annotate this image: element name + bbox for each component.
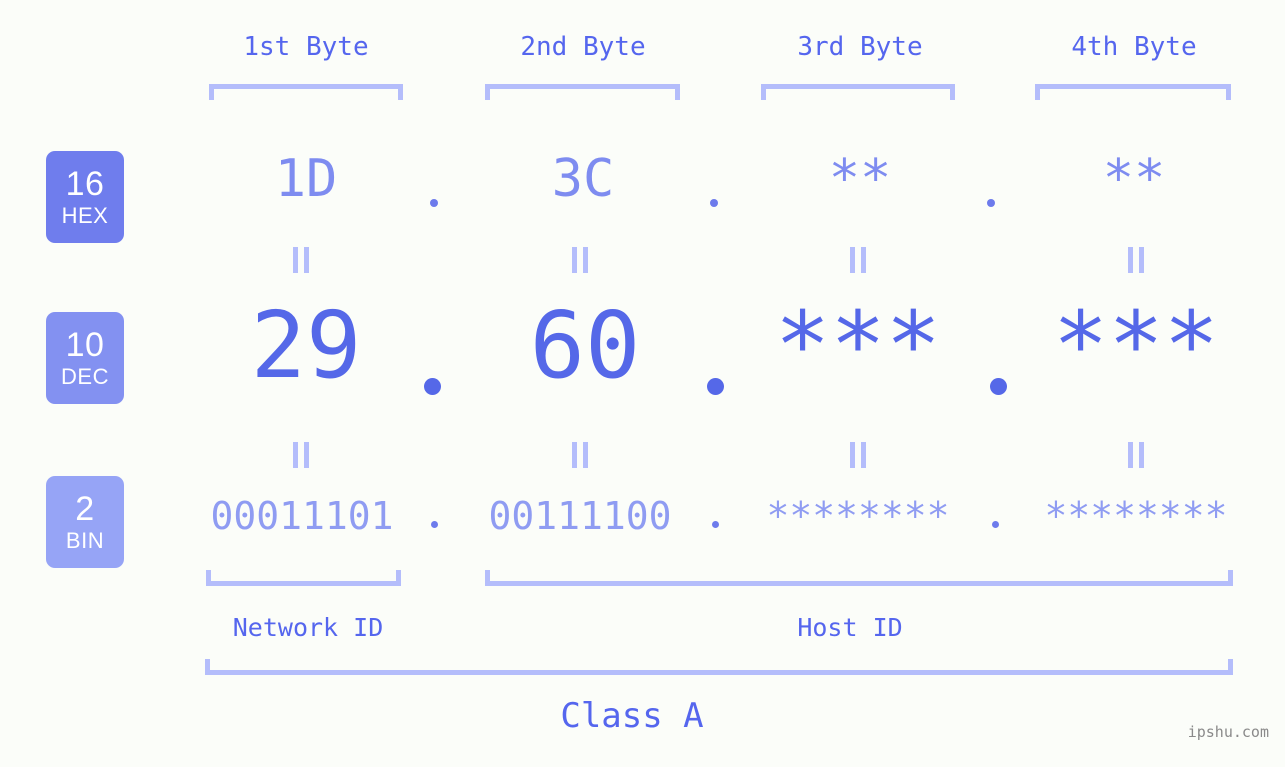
class-label: Class A: [560, 696, 704, 736]
bin-byte-4: ********: [1044, 494, 1228, 538]
ip-byte-breakdown-diagram: 1st Byte 2nd Byte 3rd Byte 4th Byte 16 H…: [0, 0, 1285, 767]
equivalence-marker-hex-dec-2: [571, 247, 589, 273]
dec-separator-dot-3: [990, 378, 1007, 395]
dec-byte-3: ***: [774, 292, 942, 399]
base-badge-bin-name: BIN: [65, 528, 105, 553]
class-bracket: [205, 659, 1233, 675]
bin-byte-3: ********: [766, 494, 950, 538]
hex-separator-dot-3: [987, 199, 995, 207]
equivalence-marker-dec-bin-4: [1127, 442, 1145, 468]
bin-byte-2: 00111100: [488, 494, 672, 538]
dec-byte-2: 60: [529, 292, 641, 399]
base-badge-bin[interactable]: 2 BIN: [46, 476, 124, 568]
hex-separator-dot-1: [430, 199, 438, 207]
hex-byte-1: 1D: [274, 149, 338, 209]
base-badge-bin-number: 2: [75, 490, 95, 528]
byte-bracket-2: [485, 84, 680, 100]
hex-byte-4: **: [1102, 149, 1166, 209]
network-id-label: Network ID: [232, 613, 384, 642]
base-badge-hex[interactable]: 16 HEX: [46, 151, 124, 243]
byte-header-4: 4th Byte: [1071, 32, 1197, 62]
byte-bracket-4: [1035, 84, 1231, 100]
byte-bracket-1: [209, 84, 403, 100]
dec-byte-1: 29: [250, 292, 362, 399]
watermark: ipshu.com: [1187, 723, 1269, 741]
equivalence-marker-dec-bin-1: [292, 442, 310, 468]
base-badge-dec[interactable]: 10 DEC: [46, 312, 124, 404]
dec-separator-dot-2: [707, 378, 724, 395]
host-id-label: Host ID: [797, 613, 903, 642]
equivalence-marker-hex-dec-4: [1127, 247, 1145, 273]
hex-separator-dot-2: [710, 199, 718, 207]
bin-separator-dot-3: [992, 521, 999, 528]
byte-header-2: 2nd Byte: [520, 32, 646, 62]
bin-byte-1: 00011101: [210, 494, 394, 538]
base-badge-dec-name: DEC: [61, 364, 109, 389]
bin-separator-dot-2: [712, 521, 719, 528]
equivalence-marker-hex-dec-3: [849, 247, 867, 273]
bin-separator-dot-1: [431, 521, 438, 528]
byte-header-3: 3rd Byte: [797, 32, 923, 62]
hex-byte-2: 3C: [551, 149, 615, 209]
byte-header-1: 1st Byte: [243, 32, 369, 62]
network-id-bracket: [206, 570, 401, 586]
base-badge-hex-name: HEX: [61, 203, 109, 228]
equivalence-marker-dec-bin-3: [849, 442, 867, 468]
equivalence-marker-hex-dec-1: [292, 247, 310, 273]
hex-byte-3: **: [828, 149, 892, 209]
base-badge-hex-number: 16: [65, 165, 105, 203]
host-id-bracket: [485, 570, 1233, 586]
base-badge-dec-number: 10: [65, 326, 105, 364]
equivalence-marker-dec-bin-2: [571, 442, 589, 468]
dec-byte-4: ***: [1052, 292, 1220, 399]
dec-separator-dot-1: [424, 378, 441, 395]
byte-bracket-3: [761, 84, 955, 100]
